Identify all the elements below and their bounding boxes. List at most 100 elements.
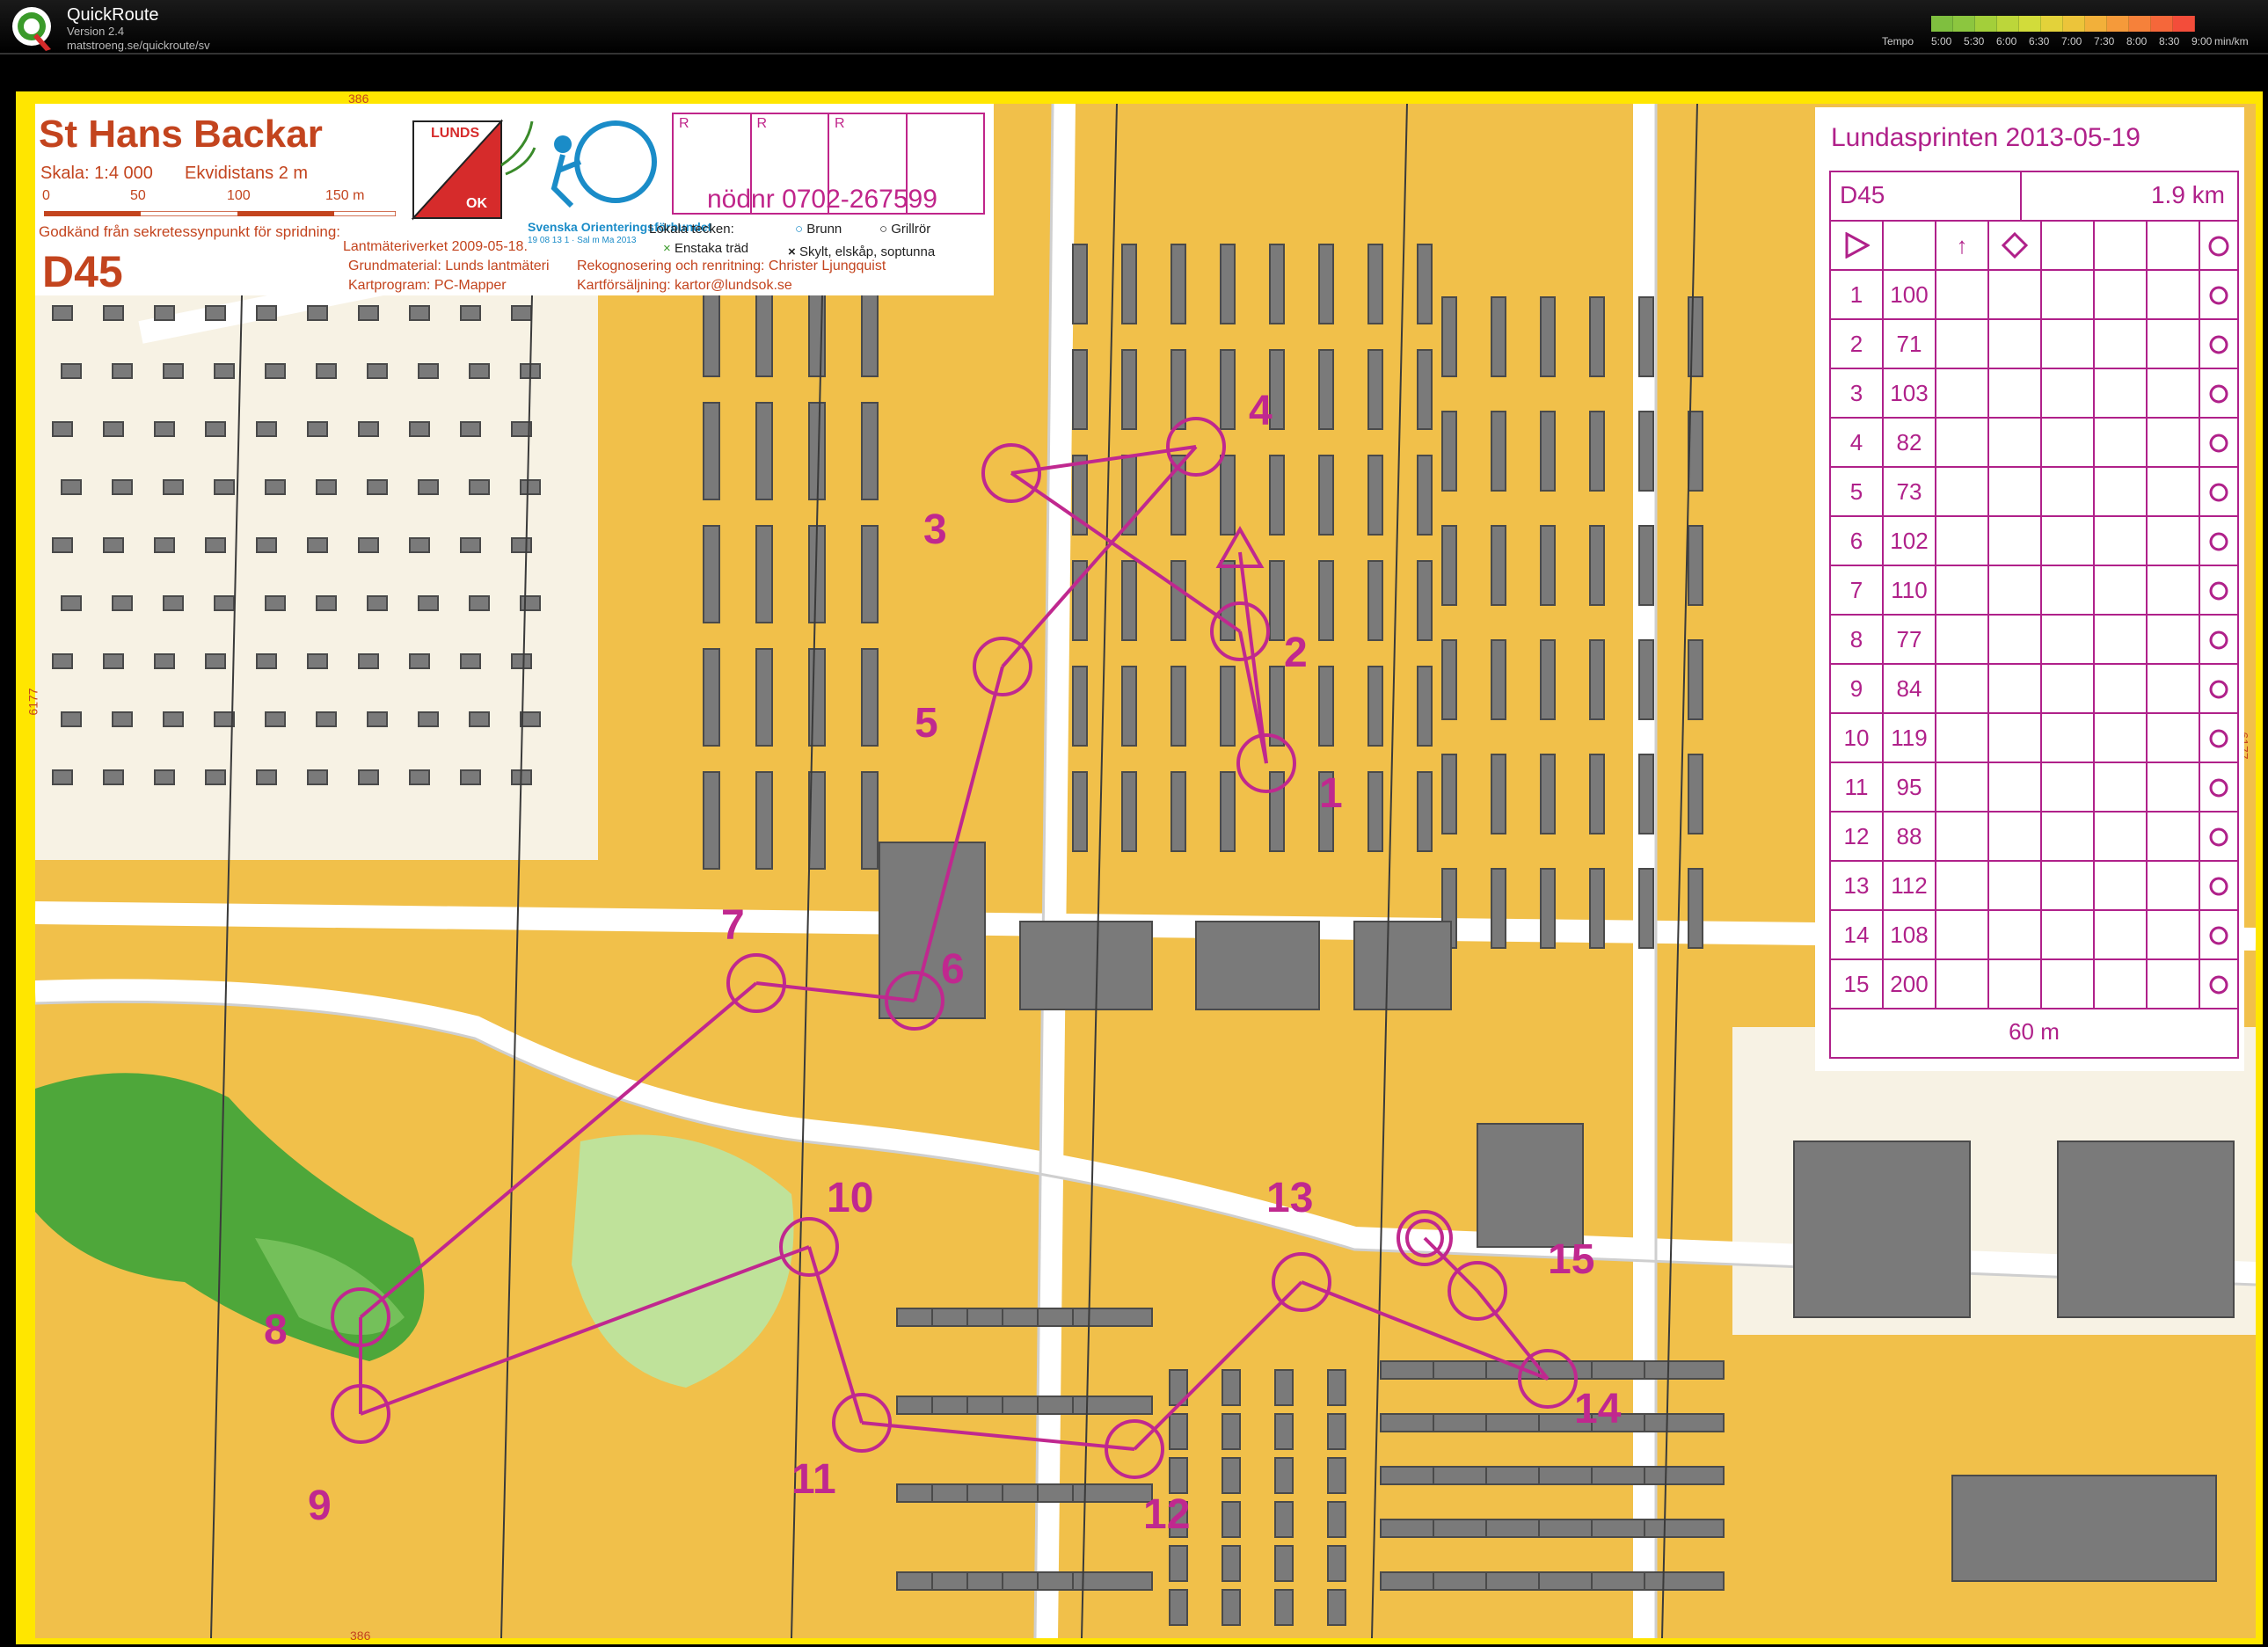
building <box>307 305 328 321</box>
map-scale: Skala: 1:4 000 <box>40 164 153 183</box>
course-header-row: D45 1.9 km <box>1831 172 2237 222</box>
building <box>1121 666 1137 747</box>
description-cell <box>2042 369 2095 417</box>
building <box>1269 771 1285 852</box>
tempo-color-cell <box>2019 16 2041 32</box>
building <box>316 595 337 611</box>
position-icon <box>2209 532 2228 551</box>
building <box>1441 639 1457 720</box>
class-label: D45 <box>42 247 123 296</box>
building <box>1170 560 1186 641</box>
approval-text: Godkänd från sekretessynpunkt för spridn… <box>39 223 341 240</box>
description-cell <box>2095 320 2148 368</box>
description-cell <box>2148 419 2200 466</box>
description-cell <box>2148 714 2200 762</box>
building <box>205 421 226 437</box>
building <box>1072 666 1088 747</box>
tempo-color-cell <box>1975 16 1997 32</box>
control-number-label: 15 <box>1548 1236 1594 1283</box>
description-cell <box>2148 665 2200 712</box>
control-description-row: 7 110 <box>1831 566 2237 616</box>
app-url[interactable]: matstroeng.se/quickroute/sv <box>67 39 210 52</box>
tempo-tick: 6:30 <box>2029 35 2050 47</box>
survey-credit: Rekognosering och renritning: Christer L… <box>577 259 886 273</box>
description-cell <box>2095 763 2148 811</box>
description-cell <box>2042 566 2095 614</box>
building <box>511 305 532 321</box>
building <box>1638 296 1654 377</box>
building <box>316 363 337 379</box>
building <box>1072 349 1088 430</box>
control-description-row: 11 95 <box>1831 763 2237 813</box>
building <box>861 648 879 747</box>
building <box>307 653 328 669</box>
description-cell: 5 <box>1831 468 1884 515</box>
building <box>1367 244 1383 324</box>
building <box>1170 771 1186 852</box>
contour-interval: Ekvidistans 2 m <box>185 164 309 183</box>
description-cell <box>2200 320 2237 368</box>
description-cell <box>1831 222 1884 269</box>
control-number-label: 14 <box>1574 1386 1622 1432</box>
building <box>703 771 720 870</box>
well-symbol-label: ○ Brunn <box>795 222 842 237</box>
building <box>163 363 184 379</box>
building <box>409 421 430 437</box>
building <box>1274 1413 1294 1450</box>
building <box>1417 349 1433 430</box>
description-cell <box>1989 763 2042 811</box>
building <box>418 595 439 611</box>
scale-tick: 150 m <box>325 188 365 203</box>
building <box>316 711 337 727</box>
app-title: QuickRoute <box>67 5 159 25</box>
description-cell <box>1989 960 2042 1008</box>
building <box>1477 1123 1584 1248</box>
description-cell <box>1936 517 1989 565</box>
description-cell <box>2095 813 2148 860</box>
description-cell <box>2200 517 2237 565</box>
green-open-area <box>572 1134 794 1388</box>
building <box>214 479 235 495</box>
description-cell <box>2148 369 2200 417</box>
building <box>154 537 175 553</box>
description-cell: 73 <box>1884 468 1936 515</box>
control-description-table: D45 1.9 km ↑ 1 100 2 71 3 103 4 82 5 73 6 102 7 110 8 7… <box>1829 171 2239 1059</box>
description-cell <box>2042 616 2095 663</box>
description-cell <box>2200 763 2237 811</box>
building <box>1072 1308 1153 1327</box>
description-cell <box>1936 419 1989 466</box>
description-cell: 10 <box>1831 714 1884 762</box>
course-leg <box>861 1421 1135 1451</box>
building <box>1170 244 1186 324</box>
building <box>316 479 337 495</box>
building <box>1441 411 1457 492</box>
description-cell <box>2148 911 2200 958</box>
building <box>367 595 388 611</box>
tempo-tick: 7:30 <box>2094 35 2115 47</box>
description-cell <box>2200 419 2237 466</box>
description-cell <box>2148 813 2200 860</box>
description-cell <box>1936 960 1989 1008</box>
description-cell <box>2200 960 2237 1008</box>
tempo-tick: 5:30 <box>1964 35 1985 47</box>
description-cell: 100 <box>1884 271 1936 318</box>
control-description-row: 12 88 <box>1831 813 2237 862</box>
description-cell <box>2042 665 2095 712</box>
building <box>1318 349 1334 430</box>
control-description-row: 15 200 <box>1831 960 2237 1009</box>
building <box>1540 296 1556 377</box>
description-cell <box>2148 320 2200 368</box>
building <box>112 479 133 495</box>
building <box>1638 754 1654 834</box>
building <box>460 421 481 437</box>
description-cell <box>2095 714 2148 762</box>
description-cell: 3 <box>1831 369 1884 417</box>
control-description-row: 14 108 <box>1831 911 2237 960</box>
building <box>418 479 439 495</box>
tempo-color-scale[interactable] <box>1931 16 2195 32</box>
building <box>103 537 124 553</box>
tempo-tick: 8:00 <box>2126 35 2148 47</box>
building <box>1589 639 1605 720</box>
event-title: Lundasprinten 2013-05-19 <box>1831 123 2140 152</box>
grid-label-top: 386 <box>348 91 369 106</box>
